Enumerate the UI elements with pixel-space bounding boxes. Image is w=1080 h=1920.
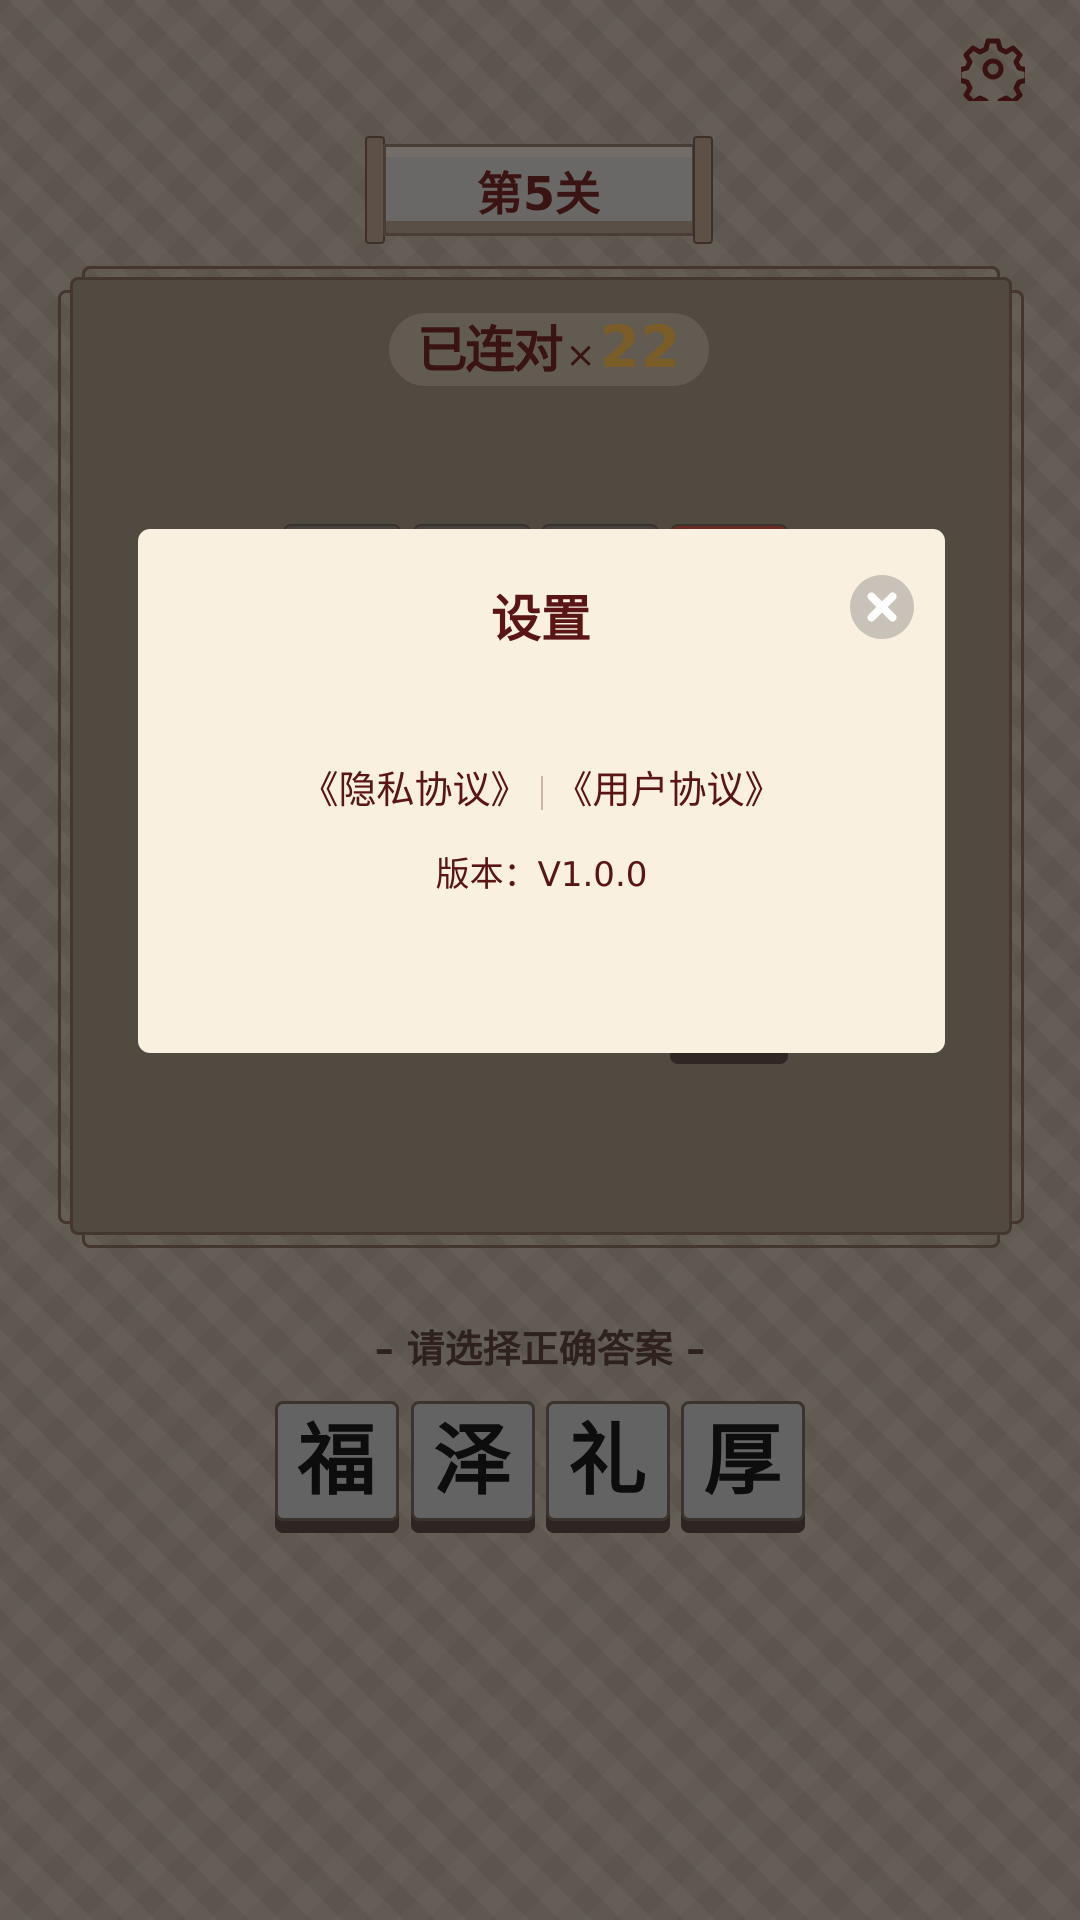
close-icon[interactable]: [850, 575, 914, 639]
answer-tile[interactable]: 福: [275, 1401, 399, 1533]
link-divider: [540, 775, 543, 810]
level-banner: 第5关: [365, 136, 713, 246]
answer-tile[interactable]: 礼: [546, 1401, 670, 1533]
answer-tile-char: 福: [275, 1401, 399, 1521]
answer-tile[interactable]: 泽: [411, 1401, 535, 1533]
answer-prompt: – 请选择正确答案 –: [374, 1327, 706, 1371]
level-title: 第5关: [476, 167, 601, 221]
user-agreement-link[interactable]: 《用户协议》: [555, 768, 783, 812]
combo-badge: 已连对 ×22: [389, 313, 709, 386]
answer-tile-char: 礼: [546, 1401, 670, 1521]
version-text: 版本：V1.0.0: [435, 855, 648, 895]
gear-icon[interactable]: [961, 37, 1025, 101]
combo-label: 已连对: [417, 321, 564, 379]
combo-multiplier: ×: [565, 335, 596, 376]
answer-tile-char: 厚: [681, 1401, 805, 1521]
combo-count: 22: [599, 313, 681, 381]
answer-tile-char: 泽: [411, 1401, 535, 1521]
agreement-links: 《隐私协议》 《用户协议》: [138, 759, 945, 814]
answer-tile[interactable]: 厚: [681, 1401, 805, 1533]
dialog-title: 设置: [491, 590, 592, 648]
settings-dialog: 设置 《隐私协议》 《用户协议》 版本：V1.0.0: [138, 529, 945, 1053]
privacy-policy-link[interactable]: 《隐私协议》: [300, 768, 528, 812]
